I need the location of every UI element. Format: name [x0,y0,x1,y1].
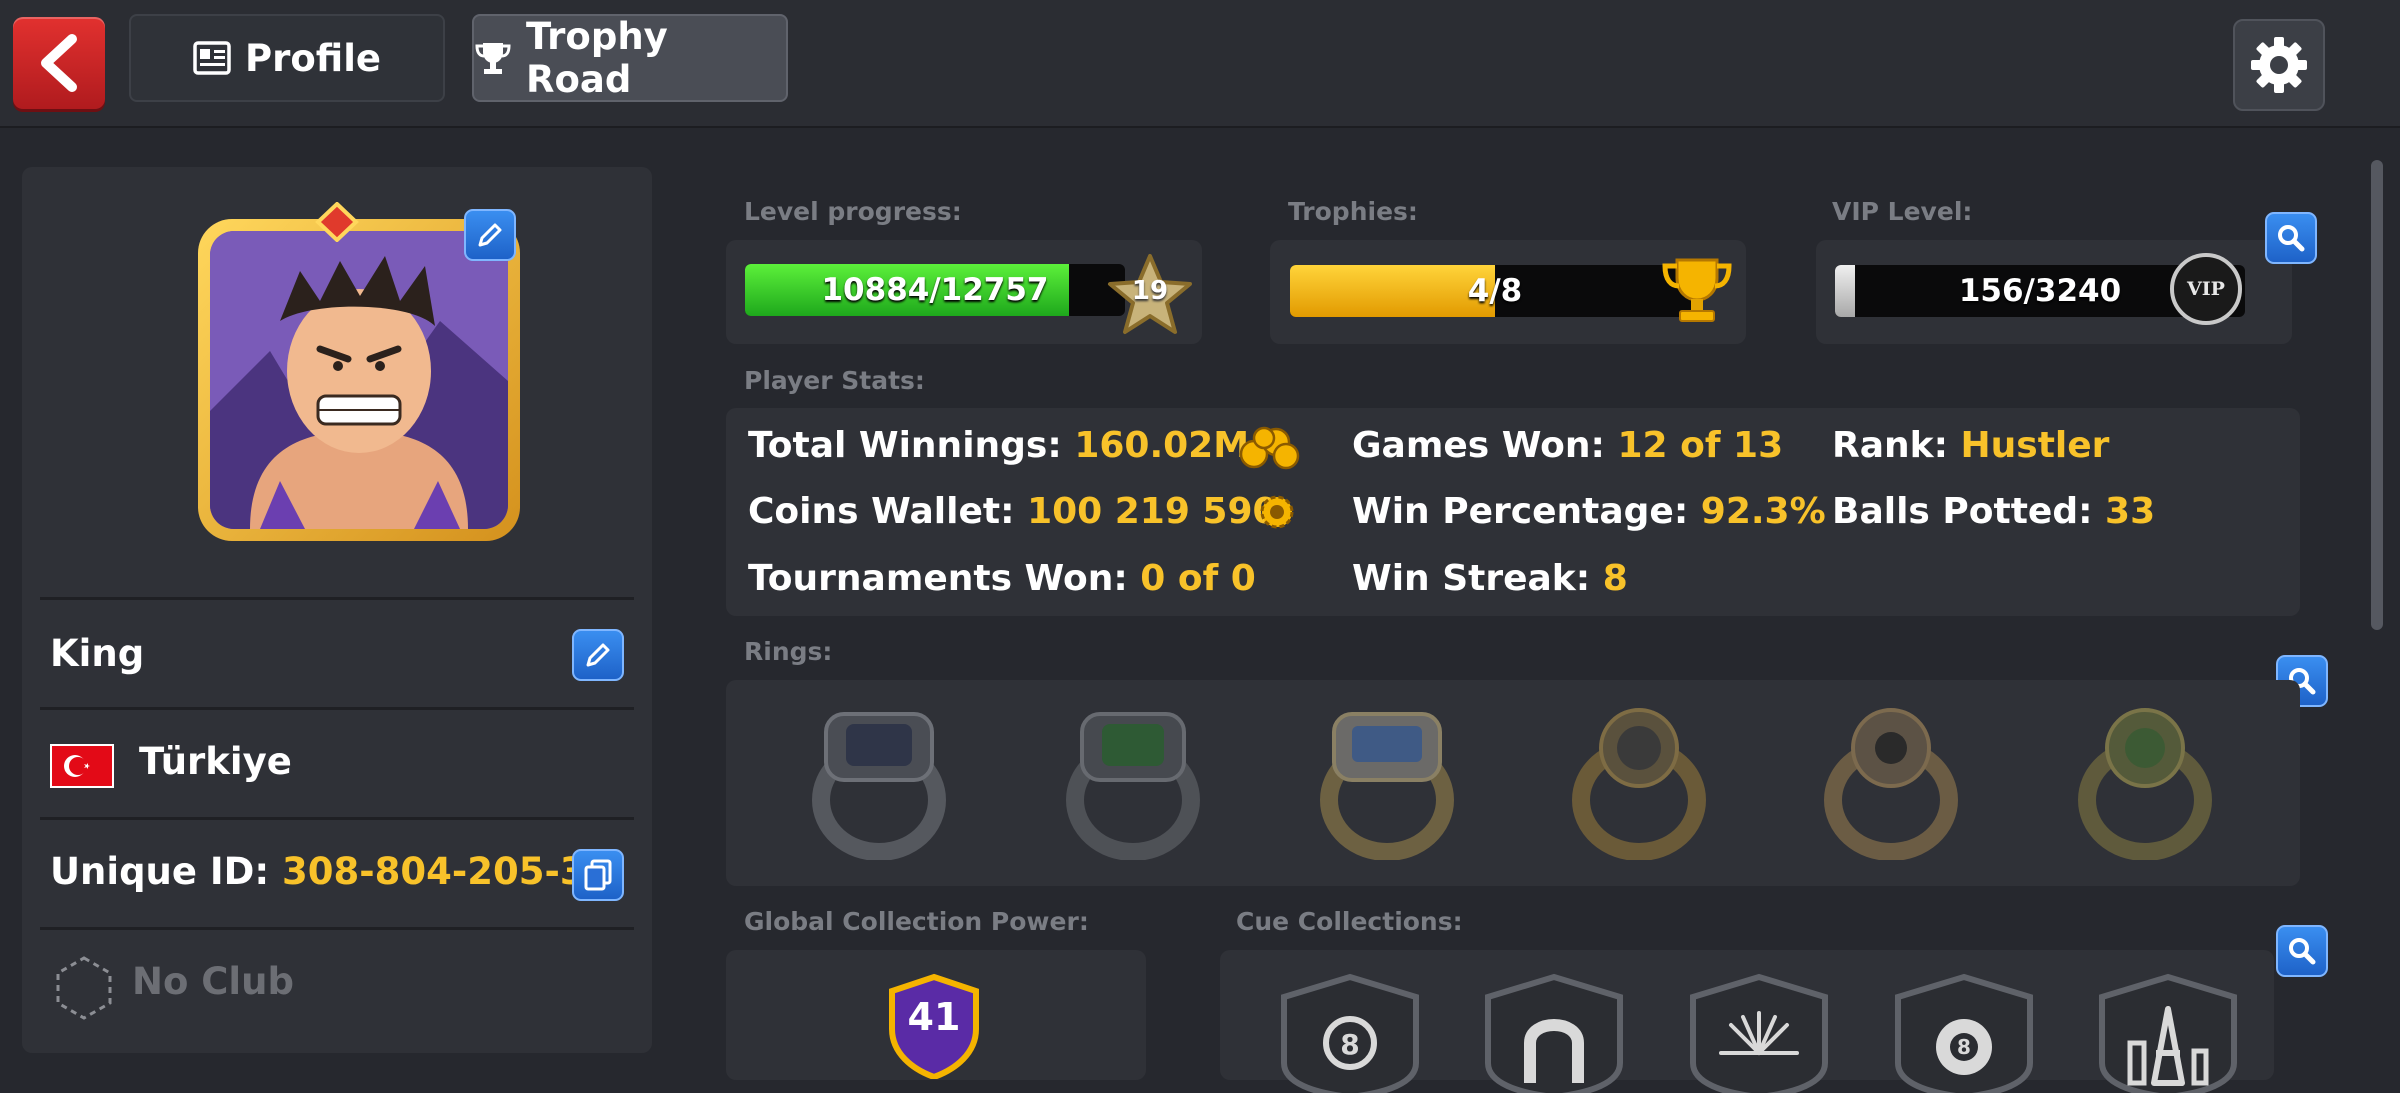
scrollbar[interactable] [2371,160,2383,630]
pencil-icon [586,643,610,667]
copy-id-button[interactable] [572,849,624,901]
win-streak-value: 8 [1602,558,1628,599]
trophies-card: 4/8 [1270,240,1746,344]
search-icon [2289,938,2316,965]
cue-collection-shield-icon[interactable]: 8 [1276,973,1424,1093]
avatar[interactable] [198,219,520,541]
games-won-label: Games Won: [1352,425,1605,466]
cue-collection-shield-icon[interactable] [2094,973,2242,1093]
unique-id-value: 308-804-205-3 [282,850,586,893]
coins-icon [1239,426,1300,470]
unique-id-label: Unique ID: [50,850,270,893]
trophies-bar: 4/8 [1290,265,1700,317]
balls-potted-stat: Balls Potted: 33 [1832,491,2155,532]
ring-icon[interactable] [1058,700,1208,860]
cue-collection-shield-icon[interactable] [1685,973,1833,1093]
tab-trophy-road-label: Trophy Road [526,15,668,101]
cue-collections-search-button[interactable] [2276,925,2328,977]
vip-level-label: VIP Level: [1832,197,1973,226]
global-collection-power-label: Global Collection Power: [744,907,1089,936]
games-won-value: 12 of 13 [1617,425,1784,466]
pencil-icon [478,223,502,247]
ring-icon[interactable] [1564,700,1714,860]
svg-text:8: 8 [1957,1035,1971,1059]
rank-stat: Rank: Hustler [1832,425,2109,466]
cue-collection-shield-icon[interactable]: 8 [1890,973,2038,1093]
rings-card [726,680,2300,886]
vip-level-card: 156/3240 VIP [1816,240,2292,344]
win-streak-stat: Win Streak: 8 [1352,558,1628,599]
vip-badge-icon: VIP [2170,253,2242,325]
level-progress-label: Level progress: [744,197,962,226]
total-winnings-value: 160.02M [1074,425,1250,466]
avatar-gem-icon [315,202,359,242]
player-stats-label: Player Stats: [744,366,925,395]
trophy-icon [475,43,511,74]
top-bar: Profile Trophy Road [0,0,2400,128]
turkey-flag-icon [50,744,114,788]
divider [40,707,634,710]
win-percentage-label: Win Percentage: [1352,491,1689,532]
profile-panel: King Türkiye Unique ID: 308-804-205-3 No… [22,167,652,1053]
club-status[interactable]: No Club [132,960,294,1003]
tournaments-won-value: 0 of 0 [1140,558,1256,599]
country-name: Türkiye [139,740,292,783]
divider [40,597,634,600]
level-progress-bar: 10884/12757 [745,264,1125,316]
coins-wallet-value: 100 219 590 [1027,491,1278,532]
club-hexagon-icon [56,956,112,1020]
vip-search-button[interactable] [2265,212,2317,264]
rank-value: Hustler [1960,425,2110,466]
edit-avatar-button[interactable] [464,209,516,261]
balls-potted-label: Balls Potted: [1832,491,2093,532]
edit-name-button[interactable] [572,629,624,681]
games-won-stat: Games Won: 12 of 13 [1352,425,1783,466]
profile-card-icon [193,41,231,75]
tournaments-won-label: Tournaments Won: [748,558,1128,599]
level-progress-card: 10884/12757 19 [726,240,1202,344]
trophy-icon [1662,258,1732,322]
win-percentage-value: 92.3% [1700,491,1826,532]
total-winnings-label: Total Winnings: [748,425,1062,466]
ring-icon[interactable] [1816,700,1966,860]
gear-icon [2251,37,2307,93]
level-progress-value: 10884/12757 [821,272,1049,308]
win-percentage-stat: Win Percentage: 92.3% [1352,491,1826,532]
svg-text:8: 8 [1340,1028,1359,1061]
coins-wallet-label: Coins Wallet: [748,491,1015,532]
search-icon [2278,225,2305,252]
player-name: King [50,632,145,675]
rings-label: Rings: [744,637,833,666]
cue-collections-label: Cue Collections: [1236,907,1463,936]
coins-wallet-stat: Coins Wallet: 100 219 590 [748,491,1278,532]
back-arrow-icon [41,34,77,92]
win-streak-label: Win Streak: [1352,558,1591,599]
tab-profile-label: Profile [245,36,381,80]
tab-trophy-road[interactable]: Trophy Road [472,14,788,102]
total-winnings-stat: Total Winnings: 160.02M [748,425,1249,466]
unique-id-row: Unique ID: 308-804-205-3 [50,850,586,893]
avatar-image [210,231,508,529]
divider [40,927,634,930]
ring-icon[interactable] [2070,700,2220,860]
cue-collection-shield-icon[interactable] [1480,973,1628,1093]
trophies-value: 4/8 [1467,273,1523,309]
tab-profile[interactable]: Profile [129,14,445,102]
ring-icon[interactable] [804,700,954,860]
rank-label: Rank: [1832,425,1948,466]
copy-icon [584,859,612,891]
balls-potted-value: 33 [2105,491,2156,532]
divider [40,817,634,820]
vip-badge-text: VIP [2187,278,2225,300]
trophies-label: Trophies: [1288,197,1418,226]
level-number: 19 [1131,276,1169,306]
ring-icon[interactable] [1312,700,1462,860]
settings-button[interactable] [2233,19,2325,111]
coin-icon [1260,495,1294,529]
back-button[interactable] [13,17,105,109]
collection-power-value: 41 [907,995,961,1039]
tournaments-won-stat: Tournaments Won: 0 of 0 [748,558,1256,599]
